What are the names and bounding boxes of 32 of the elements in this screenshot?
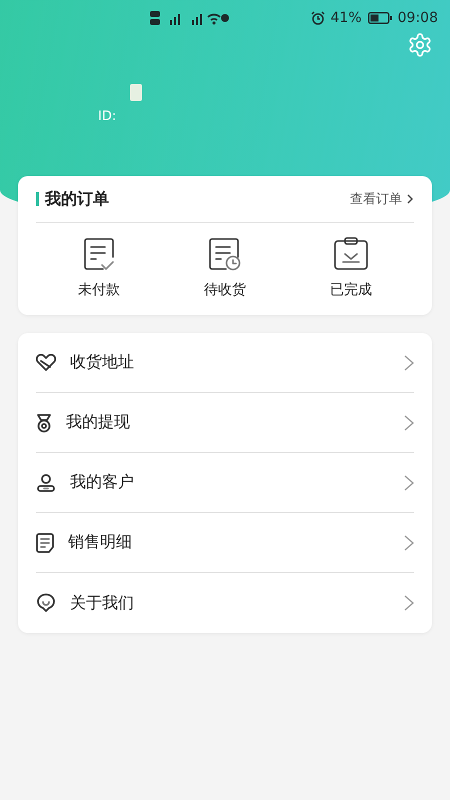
menu-item[interactable]: 关于我们 bbox=[36, 573, 414, 633]
name-placeholder-icon bbox=[130, 84, 142, 101]
user-id: ID: bbox=[98, 109, 118, 124]
view-orders-link[interactable]: 查看订单 bbox=[350, 190, 414, 208]
user-icon bbox=[36, 472, 56, 492]
section-title: 我的订单 bbox=[45, 188, 109, 210]
title-accent-bar bbox=[36, 192, 39, 206]
chevron-right-icon bbox=[404, 474, 414, 490]
chevron-right-icon bbox=[404, 354, 414, 370]
menu-item[interactable]: 销售明细 bbox=[36, 513, 414, 573]
chevron-right-icon bbox=[404, 534, 414, 550]
medal-icon bbox=[36, 412, 52, 432]
chevron-right-icon bbox=[406, 193, 414, 205]
heart-icon bbox=[36, 354, 56, 372]
document-clock-icon bbox=[208, 237, 242, 271]
battery-percent: 41% bbox=[330, 10, 362, 26]
menu-item[interactable]: 收货地址 bbox=[36, 333, 414, 393]
alarm-icon bbox=[310, 11, 325, 25]
chat-bubble-icon bbox=[36, 593, 56, 613]
menu-item[interactable]: 我的提现 bbox=[36, 393, 414, 453]
document-check-icon bbox=[83, 237, 115, 271]
order-status-button[interactable]: 待收货 bbox=[162, 237, 288, 299]
battery-icon bbox=[368, 12, 392, 24]
menu-item[interactable]: 我的客户 bbox=[36, 453, 414, 513]
signal-icon bbox=[150, 10, 230, 26]
chevron-right-icon bbox=[404, 595, 414, 611]
chevron-right-icon bbox=[404, 414, 414, 430]
clipboard-check-icon bbox=[333, 237, 369, 271]
clock-time: 09:08 bbox=[398, 10, 438, 26]
order-status-button[interactable]: 已完成 bbox=[288, 237, 414, 299]
order-status-button[interactable]: 未付款 bbox=[36, 237, 162, 299]
note-icon bbox=[36, 532, 54, 552]
